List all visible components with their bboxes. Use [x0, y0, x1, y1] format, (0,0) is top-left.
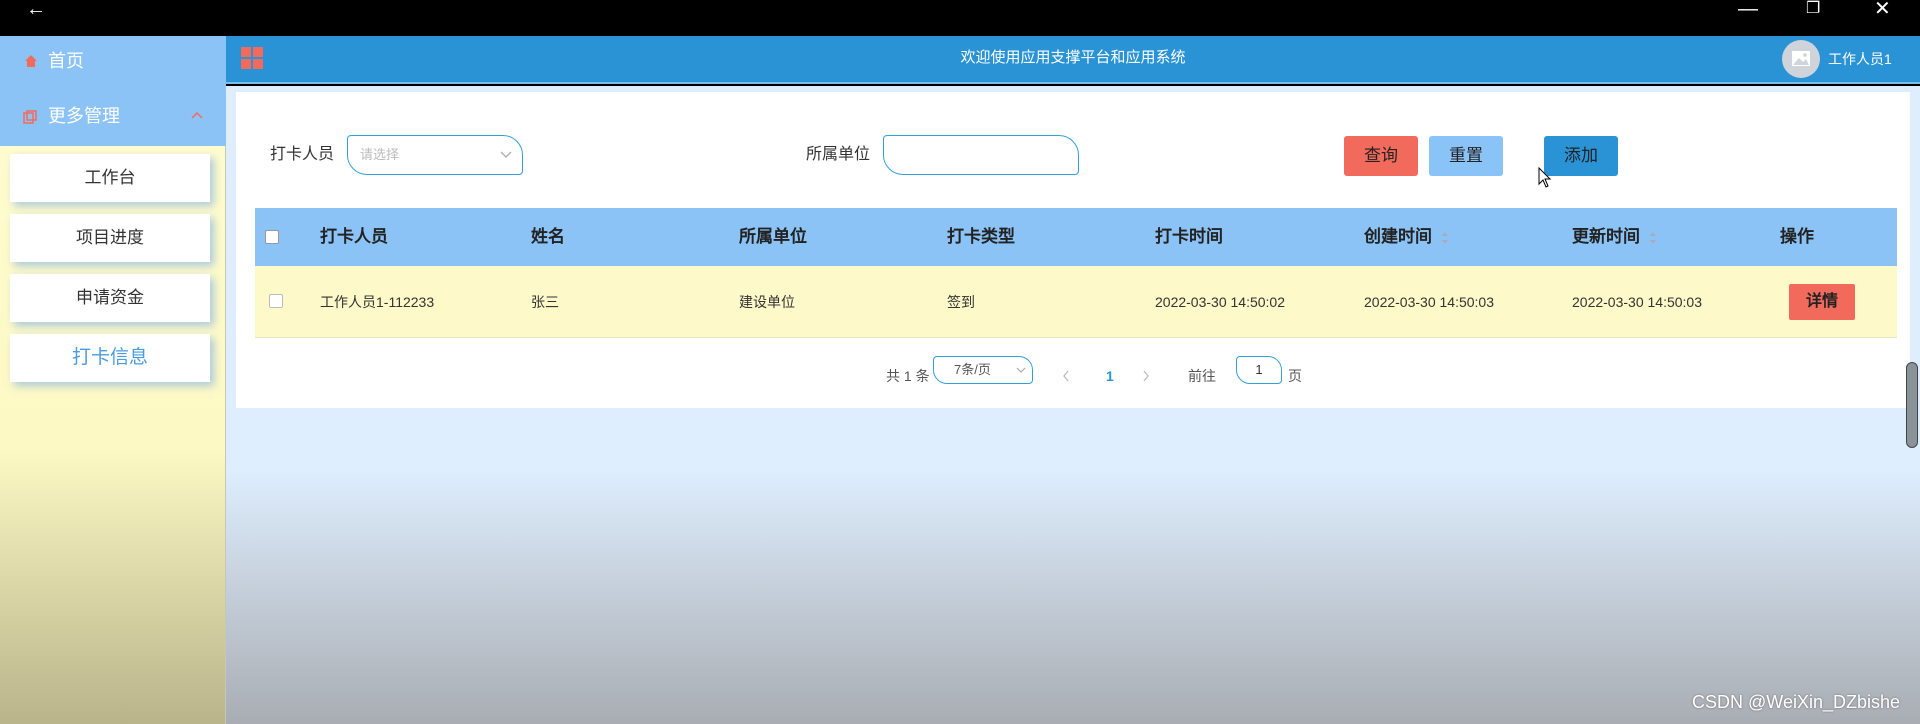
- chevron-down-icon: [500, 151, 512, 158]
- content-card: 打卡人员 请选择 所属单位 查询 重置 添加 打卡人员 姓名 所属单位 打卡类型…: [236, 92, 1910, 408]
- restore-icon[interactable]: ❐: [1806, 0, 1820, 18]
- filter-unit-label: 所属单位: [806, 146, 871, 163]
- sidebar-home-label: 首页: [48, 51, 84, 71]
- goto-label: 前往: [1188, 368, 1216, 384]
- watermark: CSDN @WeiXin_DZbishe: [1692, 692, 1901, 712]
- page-size-value: 7条/页: [954, 362, 991, 377]
- sidebar: 首页 更多管理 工作台 项目进度 申请资金 打卡信息: [0, 36, 226, 724]
- avatar[interactable]: [1782, 40, 1820, 78]
- top-header: 欢迎使用应用支撑平台和应用系统 工作人员1: [226, 36, 1920, 84]
- goto-page-input[interactable]: 1: [1236, 356, 1282, 384]
- col-updated-time-label: 更新时间: [1572, 227, 1640, 246]
- col-checkin-time: 打卡时间: [1155, 227, 1223, 246]
- col-unit: 所属单位: [739, 227, 807, 246]
- sort-icon[interactable]: [1441, 231, 1449, 245]
- header-username[interactable]: 工作人员1: [1828, 36, 1892, 82]
- chevron-down-icon: [1016, 367, 1026, 373]
- minimize-icon[interactable]: —: [1738, 0, 1758, 19]
- sidebar-item-apply-funds[interactable]: 申请资金: [10, 274, 210, 322]
- row-checkbox[interactable]: [269, 294, 283, 308]
- vertical-scrollbar[interactable]: [1906, 362, 1918, 448]
- sidebar-item-workbench[interactable]: 工作台: [10, 154, 210, 202]
- cell-checkin-type: 签到: [947, 294, 975, 310]
- sidebar-home[interactable]: 首页: [0, 36, 226, 86]
- mouse-cursor-icon: [1538, 167, 1552, 188]
- sidebar-more-label: 更多管理: [48, 106, 120, 126]
- table-row: 工作人员1-112233 张三 建设单位 签到 2022-03-30 14:50…: [255, 266, 1897, 338]
- window-titlebar: ← — ❐ ✕: [0, 0, 1920, 36]
- col-created-time[interactable]: 创建时间: [1364, 208, 1449, 266]
- cell-checkin-person: 工作人员1-112233: [320, 294, 435, 310]
- col-checkin-person: 打卡人员: [320, 227, 388, 246]
- sidebar-item-checkin-info[interactable]: 打卡信息: [10, 334, 210, 382]
- col-actions: 操作: [1780, 227, 1814, 246]
- image-icon: [1792, 51, 1810, 66]
- page-size-select[interactable]: 7条/页: [933, 356, 1033, 384]
- detail-button[interactable]: 详情: [1789, 284, 1855, 320]
- person-select[interactable]: 请选择: [347, 135, 523, 175]
- close-icon[interactable]: ✕: [1874, 0, 1891, 19]
- add-button[interactable]: 添加: [1544, 136, 1618, 176]
- header-title: 欢迎使用应用支撑平台和应用系统: [960, 49, 1186, 66]
- col-name: 姓名: [531, 227, 565, 246]
- filter-person-label: 打卡人员: [270, 146, 335, 163]
- next-page-icon[interactable]: [1140, 362, 1152, 390]
- col-created-time-label: 创建时间: [1364, 227, 1432, 246]
- chevron-up-icon[interactable]: [190, 110, 204, 120]
- cell-updated-time: 2022-03-30 14:50:03: [1572, 294, 1702, 310]
- sidebar-item-project-progress[interactable]: 项目进度: [10, 214, 210, 262]
- current-page[interactable]: 1: [1106, 362, 1114, 390]
- cell-name: 张三: [531, 294, 559, 310]
- person-select-placeholder: 请选择: [360, 147, 400, 162]
- home-icon: [25, 55, 37, 67]
- col-checkin-type: 打卡类型: [947, 227, 1015, 246]
- unit-input[interactable]: [883, 135, 1079, 175]
- query-button[interactable]: 查询: [1344, 136, 1418, 176]
- back-arrow-icon[interactable]: ←: [26, 0, 46, 19]
- col-updated-time[interactable]: 更新时间: [1572, 208, 1657, 266]
- cell-created-time: 2022-03-30 14:50:03: [1364, 294, 1494, 310]
- cell-checkin-time: 2022-03-30 14:50:02: [1155, 294, 1285, 310]
- sidebar-more-management[interactable]: 更多管理: [0, 86, 226, 146]
- reset-button[interactable]: 重置: [1429, 136, 1503, 176]
- main-content: 打卡人员 请选择 所属单位 查询 重置 添加 打卡人员 姓名 所属单位 打卡类型…: [226, 86, 1920, 724]
- cell-unit: 建设单位: [739, 294, 795, 310]
- pagination-total: 共 1 条: [886, 368, 930, 384]
- table-header: 打卡人员 姓名 所属单位 打卡类型 打卡时间 创建时间 更新时间 操作: [255, 208, 1897, 266]
- select-all-checkbox[interactable]: [265, 230, 279, 244]
- copy-icon: [23, 110, 37, 124]
- page-suffix: 页: [1288, 368, 1302, 384]
- sort-icon[interactable]: [1649, 231, 1657, 245]
- prev-page-icon[interactable]: [1060, 362, 1072, 390]
